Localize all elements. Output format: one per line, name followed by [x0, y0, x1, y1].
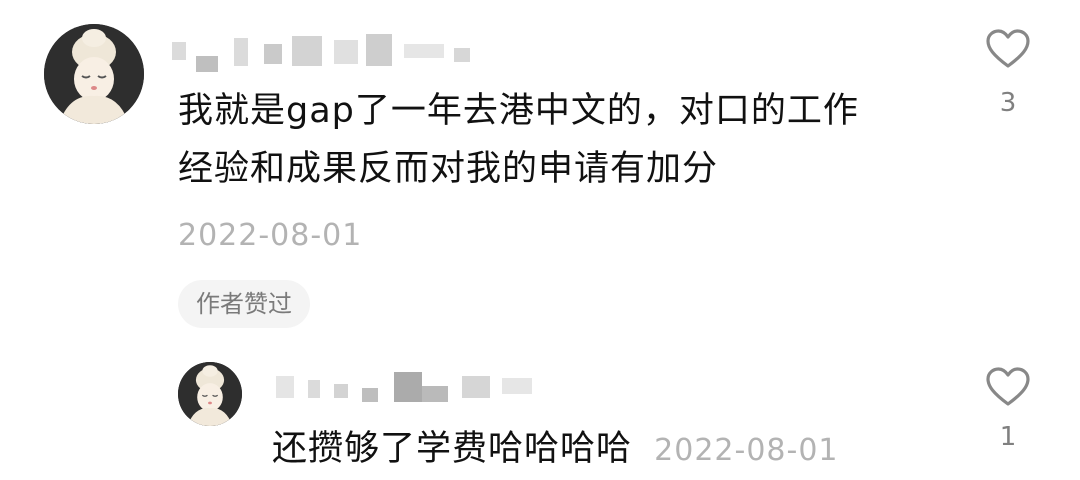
comment-text-line: 我就是gap了一年去港中文的，对口的工作: [178, 91, 859, 131]
comment-date: 2022-08-01: [178, 218, 363, 253]
like-count: 3: [999, 88, 1017, 118]
comment-text: 我就是gap了一年去港中文的，对口的工作 经验和成果反而对我的申请有加分: [178, 82, 958, 198]
avatar[interactable]: [178, 362, 242, 426]
like-count: 1: [999, 422, 1017, 452]
heart-icon: [986, 367, 1030, 406]
like-button[interactable]: 1: [978, 366, 1038, 452]
reply-text: 还攒够了学费哈哈哈哈 2022-08-01: [272, 420, 839, 480]
avatar-girl-towel-icon: [178, 362, 242, 426]
reply-date: 2022-08-01: [654, 433, 839, 468]
comment-text-line: 经验和成果反而对我的申请有加分: [178, 149, 719, 189]
username-blurred[interactable]: [172, 30, 472, 72]
like-button[interactable]: 3: [978, 28, 1038, 118]
author-liked-badge: 作者赞过: [178, 280, 310, 328]
avatar-girl-towel-icon: [44, 24, 144, 124]
reply-text-content: 还攒够了学费哈哈哈哈: [272, 429, 633, 469]
heart-icon: [986, 29, 1030, 68]
username-blurred[interactable]: [276, 366, 576, 406]
avatar[interactable]: [44, 24, 144, 124]
